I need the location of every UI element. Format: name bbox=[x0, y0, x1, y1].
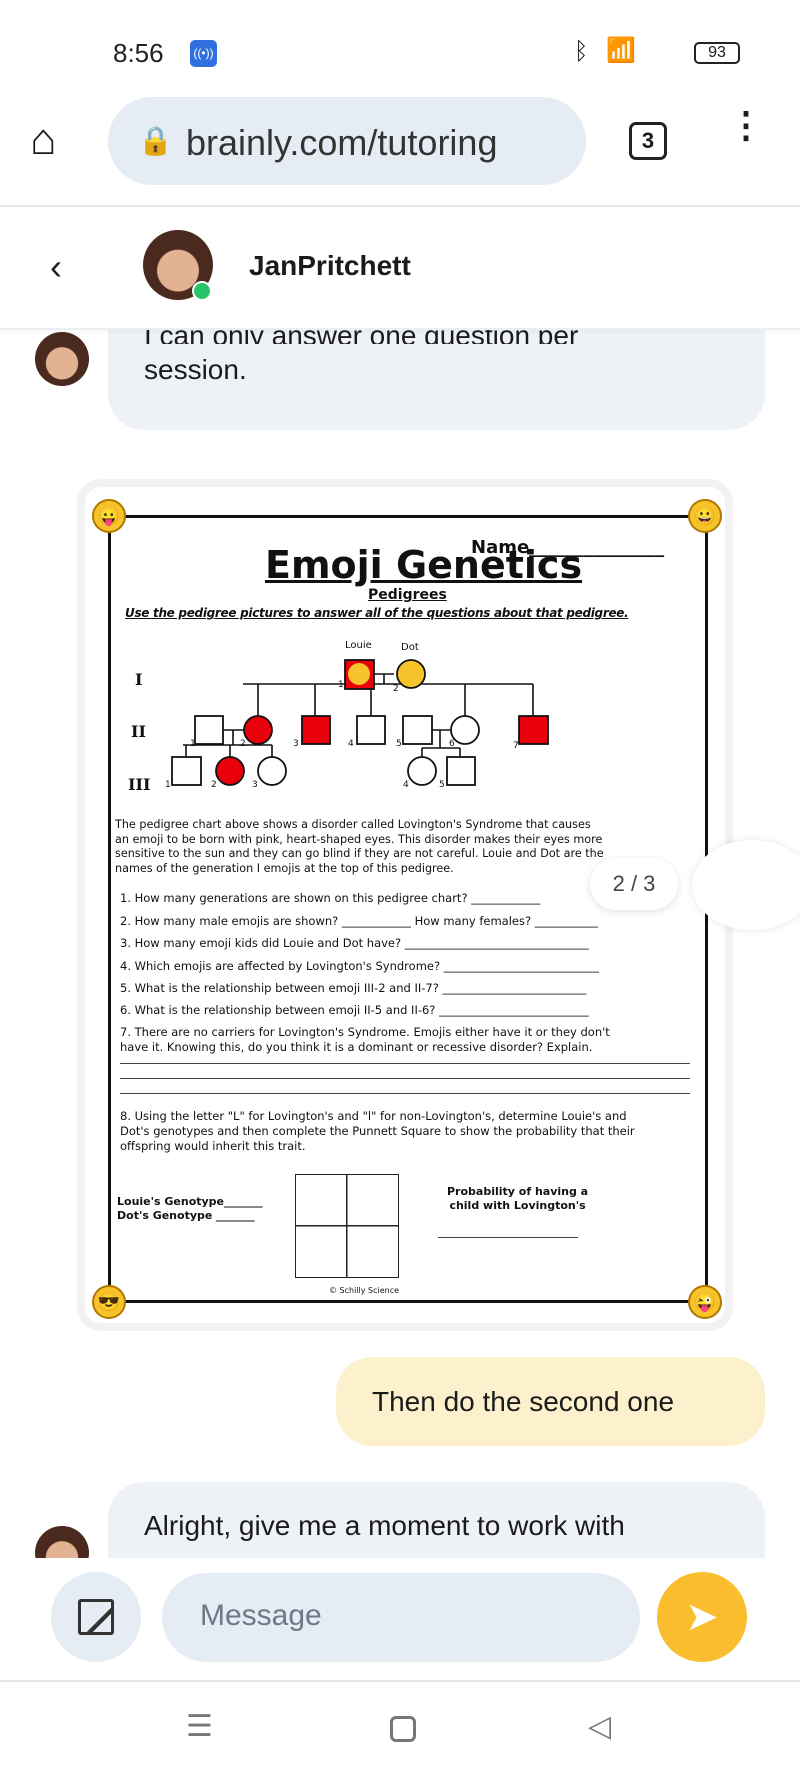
worksheet-paragraph: The pedigree chart above shows a disorde… bbox=[115, 818, 604, 875]
attach-image-button[interactable] bbox=[51, 1572, 141, 1662]
question-8-line2: Dot's genotypes and then complete the Pu… bbox=[120, 1124, 635, 1138]
svg-text:1: 1 bbox=[190, 739, 196, 749]
copyright: © Schilly Science bbox=[329, 1286, 400, 1295]
wifi-icon: 📶 bbox=[606, 37, 636, 64]
tutor-message: Alright, give me a moment to work with bbox=[108, 1482, 765, 1560]
url-text[interactable]: brainly.com/tutoring bbox=[186, 122, 497, 164]
pedigree-II-7 bbox=[518, 715, 549, 745]
question-4: 4. Which emojis are affected by Lovingto… bbox=[120, 959, 599, 973]
svg-text:4: 4 bbox=[403, 780, 409, 790]
svg-text:1: 1 bbox=[338, 680, 344, 690]
svg-text:3: 3 bbox=[293, 739, 299, 749]
question-5: 5. What is the relationship between emoj… bbox=[120, 981, 587, 995]
message-text: session. bbox=[144, 354, 247, 385]
answer-line bbox=[120, 1078, 690, 1079]
divider bbox=[0, 205, 800, 207]
header-divider bbox=[0, 328, 800, 330]
online-status-dot bbox=[192, 281, 212, 301]
bluetooth-icon: ᛒ bbox=[574, 38, 589, 65]
answer-line bbox=[120, 1093, 690, 1094]
punnett-square bbox=[295, 1174, 399, 1278]
message-placeholder: Message bbox=[200, 1599, 322, 1632]
nav-divider bbox=[0, 1680, 800, 1682]
tab-switcher-button[interactable]: 3 bbox=[629, 122, 667, 160]
svg-text:1: 1 bbox=[165, 780, 171, 790]
svg-text:3: 3 bbox=[252, 780, 258, 790]
pedigree-III-1 bbox=[171, 756, 202, 786]
pedigree-III-4 bbox=[407, 756, 437, 786]
chat-messages[interactable]: I can only answer one question per sessi… bbox=[0, 330, 800, 1560]
image-icon bbox=[78, 1599, 114, 1635]
back-icon[interactable]: ‹ bbox=[50, 246, 62, 288]
tutor-avatar-small bbox=[35, 332, 89, 386]
image-pager: 2 / 3 bbox=[590, 858, 678, 910]
svg-text:2: 2 bbox=[240, 739, 246, 749]
probability-answer-line bbox=[438, 1237, 578, 1238]
message-text-partial: I can only answer one question per bbox=[144, 330, 729, 344]
svg-text:5: 5 bbox=[439, 780, 445, 790]
louie-label: Louie bbox=[345, 640, 372, 651]
question-2: 2. How many male emojis are shown? _____… bbox=[120, 914, 598, 928]
svg-text:7: 7 bbox=[513, 741, 519, 751]
recent-apps-icon[interactable]: ☰ bbox=[186, 1709, 213, 1744]
svg-text:2: 2 bbox=[211, 780, 217, 790]
louie-genotype: Louie's Genotype_______ bbox=[117, 1195, 263, 1208]
gen-label-II: II bbox=[131, 722, 146, 741]
pedigree-chart: I II III Louie Dot 1 2 1 2 3 4 5 6 7 1 2 … bbox=[128, 640, 549, 794]
send-icon: ➤ bbox=[685, 1595, 719, 1639]
tutor-name: JanPritchett bbox=[249, 250, 411, 281]
next-image-button[interactable] bbox=[692, 840, 800, 930]
pedigree-III-5 bbox=[446, 756, 476, 786]
svg-text:6: 6 bbox=[449, 739, 455, 749]
dot-label: Dot bbox=[401, 642, 419, 653]
back-nav-icon[interactable]: ◁ bbox=[588, 1709, 611, 1744]
pedigree-II-2 bbox=[243, 715, 273, 745]
answer-line bbox=[120, 1063, 690, 1064]
pedigree-II-4 bbox=[356, 715, 386, 745]
question-8-line1: 8. Using the letter "L" for Lovington's … bbox=[120, 1109, 627, 1123]
status-time: 8:56 bbox=[113, 38, 164, 68]
home-nav-icon[interactable] bbox=[390, 1716, 416, 1742]
battery-indicator: 93 bbox=[694, 42, 740, 64]
pedigree-III-3 bbox=[257, 756, 287, 786]
pedigree-dot-female bbox=[396, 659, 426, 689]
gen-label-I: I bbox=[135, 670, 142, 689]
question-8-line3: offspring would inherit this trait. bbox=[120, 1139, 306, 1153]
emoji-sunglasses-icon: 😎 bbox=[92, 1285, 126, 1319]
home-icon[interactable]: ⌂ bbox=[30, 118, 57, 162]
gen-label-III: III bbox=[128, 775, 150, 794]
svg-text:4: 4 bbox=[348, 739, 354, 749]
probability-label: Probability of having a child with Loving… bbox=[447, 1185, 589, 1212]
send-button[interactable]: ➤ bbox=[657, 1572, 747, 1662]
question-6: 6. What is the relationship between emoj… bbox=[120, 1003, 589, 1017]
hotspot-icon: ((•)) bbox=[190, 40, 217, 67]
question-1: 1. How many generations are shown on thi… bbox=[120, 891, 541, 905]
lock-icon: 🔒 bbox=[138, 125, 173, 156]
dot-genotype: Dot's Genotype _______ bbox=[117, 1209, 255, 1222]
pedigree-II-1 bbox=[194, 715, 224, 745]
question-7-line2: have it. Knowing this, do you think it i… bbox=[120, 1040, 593, 1054]
pedigree-III-2 bbox=[215, 756, 245, 786]
status-bar: 8:56 ((•)) ᛒ 📶 93 bbox=[0, 0, 800, 97]
menu-dots-icon[interactable]: ⋮ bbox=[728, 107, 764, 143]
emoji-wink-icon: 😜 bbox=[688, 1285, 722, 1319]
svg-text:2: 2 bbox=[393, 684, 399, 694]
user-message: Then do the second one bbox=[336, 1357, 765, 1446]
question-7-line1: 7. There are no carriers for Lovington's… bbox=[120, 1025, 610, 1039]
question-3: 3. How many emoji kids did Louie and Dot… bbox=[120, 936, 589, 950]
tutor-avatar-small bbox=[35, 1526, 89, 1560]
composer: Message ➤ bbox=[0, 1558, 800, 1678]
pedigree-II-3 bbox=[301, 715, 331, 745]
svg-text:5: 5 bbox=[396, 739, 402, 749]
pedigree-II-6 bbox=[450, 715, 480, 745]
tutor-message: I can only answer one question per sessi… bbox=[108, 330, 765, 430]
pedigree-II-5 bbox=[402, 715, 433, 745]
message-input[interactable]: Message bbox=[162, 1573, 640, 1662]
